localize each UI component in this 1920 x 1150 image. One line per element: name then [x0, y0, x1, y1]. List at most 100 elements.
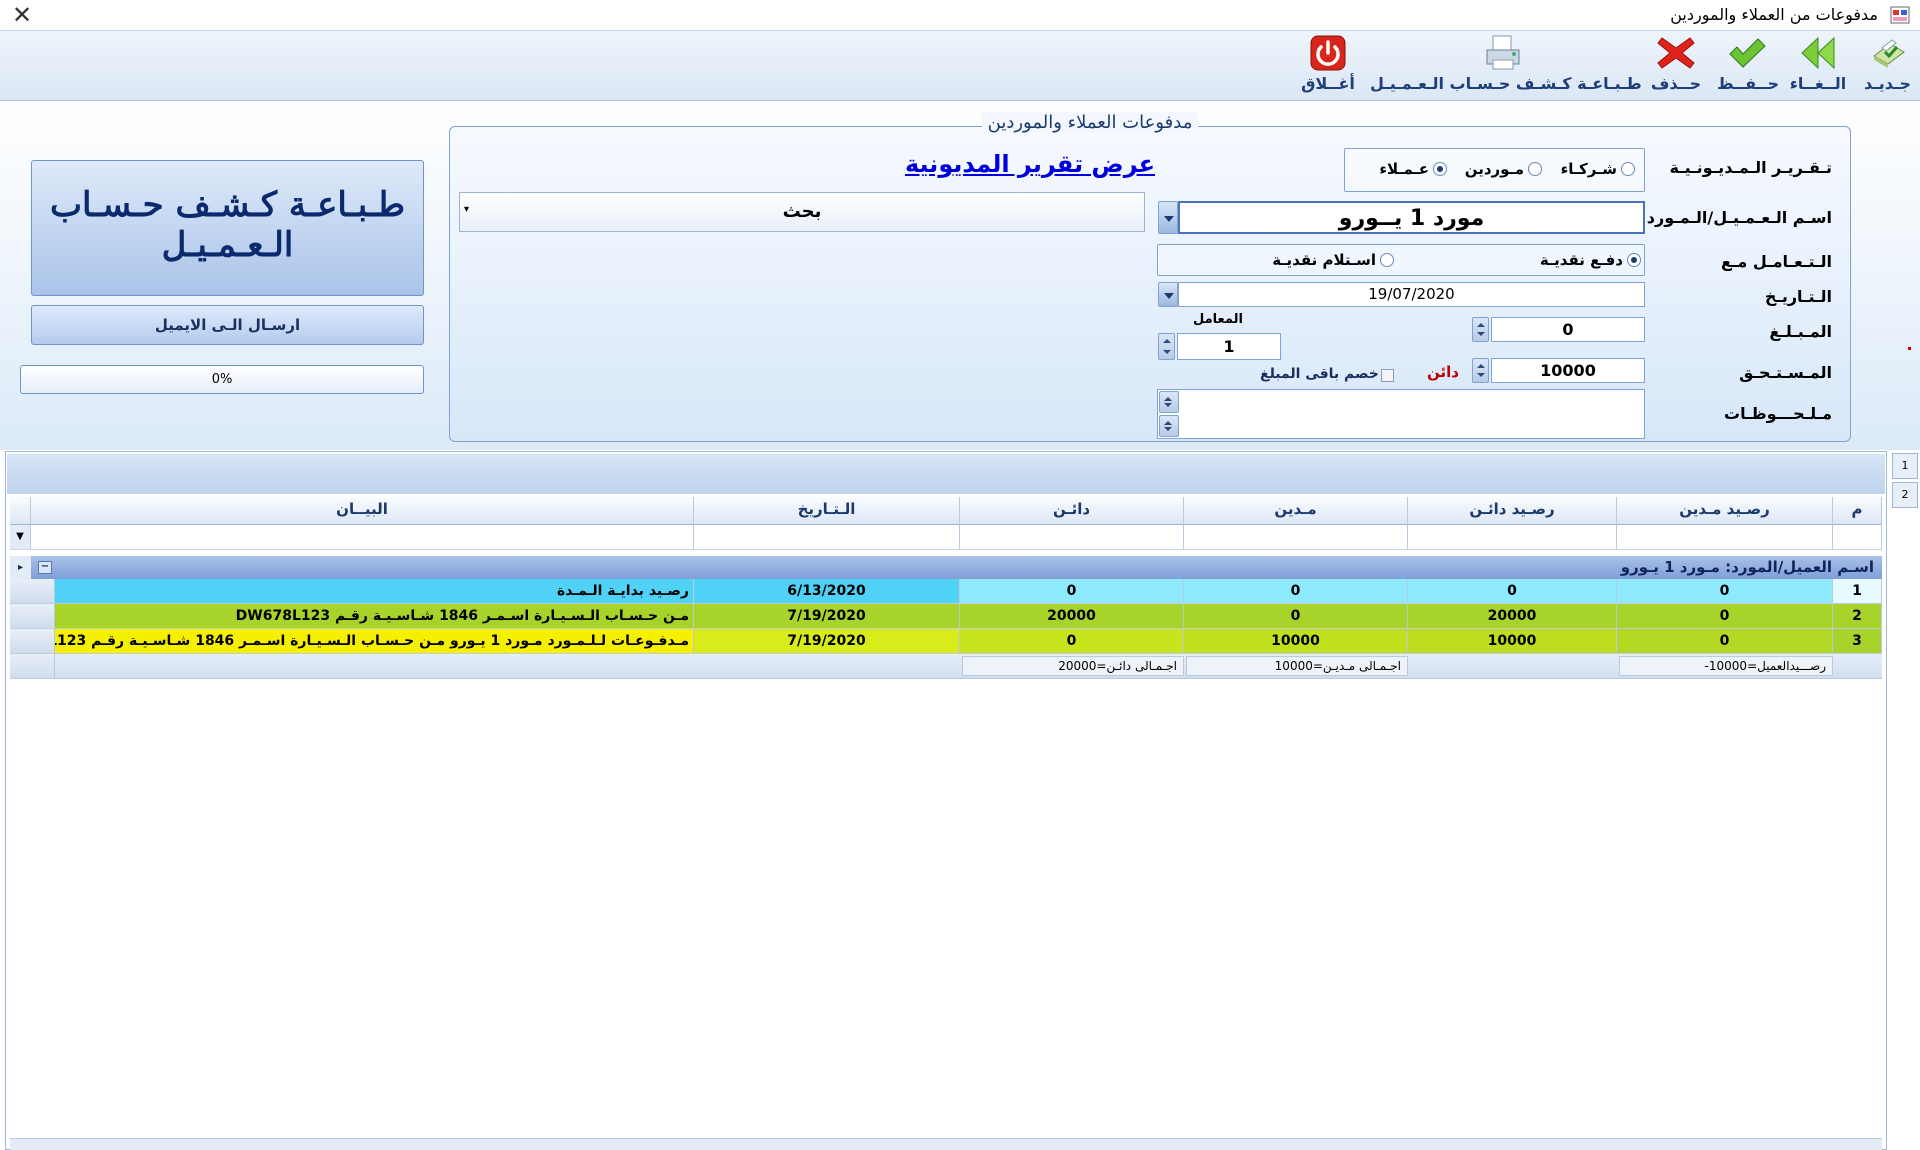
summary-row: اجـمـالى دائـن=20000 اجـمـالى مـديـن=100…	[55, 654, 1882, 679]
grid-footer-bar	[10, 1138, 1882, 1150]
col-header-balance-credit[interactable]: رصـيد دائـن	[1408, 497, 1617, 525]
close-window-button[interactable]: ✕	[12, 0, 32, 30]
row-selector-1[interactable]	[10, 579, 55, 604]
filter-cell-desc[interactable]	[31, 525, 694, 550]
radio-suppliers-text: مـوردين	[1464, 160, 1524, 178]
col-header-debit[interactable]: مـدين	[1184, 497, 1408, 525]
col-header-no[interactable]: م	[1833, 497, 1882, 525]
col-header-desc[interactable]: البيــان	[31, 497, 694, 525]
cell-credit: 0	[960, 579, 1184, 604]
radio-partners[interactable]: شـركـاء	[1561, 160, 1635, 178]
factor-field[interactable]: 1	[1177, 333, 1281, 360]
debt-report-label: تـقـريـر الـمـديـونـيـة	[1669, 158, 1832, 177]
filter-row: ▼	[10, 525, 1882, 550]
radio-cash-pay-dot	[1627, 253, 1641, 267]
col-header-credit[interactable]: دائـن	[960, 497, 1184, 525]
checkmark-icon	[1729, 38, 1766, 68]
row-selector-summary	[10, 654, 55, 679]
cell-desc: رصـيد بدايـة الـمـدة	[55, 579, 694, 604]
due-field[interactable]: 10000	[1491, 358, 1645, 383]
filter-cell-date[interactable]	[694, 525, 960, 550]
print-label: طـبـاعـة كـشـف حـسـاب الـعـمـيـل	[1370, 74, 1642, 93]
notes-scroll-down[interactable]	[1159, 415, 1179, 437]
cell-date: 6/13/2020	[694, 579, 960, 604]
new-button[interactable]: جـديـد	[1860, 34, 1915, 98]
cell-desc: مـدفـوعـات لـلـمـورد مـورد 1 يـورو مـن ح…	[55, 629, 694, 654]
cell-credit: 20000	[960, 604, 1184, 629]
table-row-2[interactable]: مـن حـسـاب الـسـيـارة اسـمـر 1846 شـاسـي…	[55, 604, 1882, 629]
radio-cash-receive[interactable]: اسـتلام نقديـة	[1272, 251, 1394, 269]
print-statement-button[interactable]: طـبـاعـة كـشـف حـسـاب الـعـمـيـل	[31, 160, 424, 296]
cell-no: 2	[1833, 604, 1882, 629]
save-label: حــفــظ	[1717, 74, 1780, 93]
cell-debit: 0	[1184, 579, 1408, 604]
radio-customers[interactable]: عـمـلاء	[1379, 160, 1447, 178]
delete-button[interactable]: حــذف	[1645, 34, 1707, 98]
debt-report-link[interactable]: عرض تقرير المديونية	[880, 150, 1180, 178]
cell-balance-debit: 0	[1617, 579, 1833, 604]
send-email-button[interactable]: ارسـال الـى الايميل	[31, 305, 424, 345]
power-icon	[1310, 35, 1346, 71]
client-label: اسـم الـعـمـيـل/الـمـورد	[1646, 208, 1832, 227]
title-bar	[0, 0, 1920, 30]
radio-partners-text: شـركـاء	[1560, 160, 1617, 178]
printer-icon	[1486, 35, 1519, 70]
side-tab-1[interactable]: 1	[1892, 453, 1918, 479]
table-row-3[interactable]: مـدفـوعـات لـلـمـورد مـورد 1 يـورو مـن ح…	[55, 629, 1882, 654]
notes-label: مـلـحـــوظـات	[1724, 404, 1832, 423]
row-pointer-icon: ▸	[10, 556, 31, 579]
debit-total: اجـمـالى مـديـن=10000	[1186, 656, 1408, 676]
filter-cell-balance-credit[interactable]	[1408, 525, 1617, 550]
table-row-1[interactable]: رصـيد بدايـة الـمـدة 6/13/2020 0 0 0 0 1	[55, 579, 1882, 604]
radio-cash-pay[interactable]: دفـع نقديـة	[1540, 251, 1641, 269]
client-balance: رصـــيدالعميل=10000-	[1619, 656, 1833, 676]
factor-spinner[interactable]	[1158, 333, 1175, 360]
due-type-label: دائن	[1427, 363, 1459, 381]
cell-balance-credit: 20000	[1408, 604, 1617, 629]
group-row[interactable]: ▸ − اسـم العميل/المورد: مـورد 1 يـورو	[10, 556, 1882, 579]
col-header-balance-debit[interactable]: رصـيد مـدين	[1617, 497, 1833, 525]
search-combobox[interactable]: بحث	[459, 192, 1145, 232]
client-combobox[interactable]: مورد 1 يــورو	[1178, 201, 1645, 234]
date-field[interactable]: 19/07/2020	[1178, 282, 1645, 307]
save-button[interactable]: حــفــظ	[1717, 34, 1777, 98]
filter-icon[interactable]: ▼	[10, 525, 31, 550]
row-selector-2[interactable]	[10, 604, 55, 629]
progress-bar: 0%	[20, 365, 424, 394]
filter-cell-credit[interactable]	[960, 525, 1184, 550]
amount-spinner[interactable]	[1472, 317, 1489, 342]
radio-suppliers[interactable]: مـوردين	[1465, 160, 1542, 178]
client-dropdown-button[interactable]	[1158, 201, 1178, 234]
dealing-label: الـتـعـامـل مـع	[1721, 252, 1832, 271]
filter-cell-no[interactable]	[1833, 525, 1882, 550]
print-statement-toolbar-button[interactable]: طـبـاعـة كـشـف حـسـاب الـعـمـيـل	[1370, 34, 1642, 98]
new-label: جـديـد	[1864, 74, 1911, 93]
cell-debit: 10000	[1184, 629, 1408, 654]
radio-cash-receive-text: اسـتلام نقديـة	[1272, 251, 1376, 269]
search-dropdown-arrow-icon[interactable]: ▾	[464, 204, 469, 215]
cell-balance-credit: 0	[1408, 579, 1617, 604]
collapse-group-icon[interactable]: −	[38, 561, 52, 574]
radio-customers-dot	[1433, 162, 1447, 176]
row-selector-3[interactable]	[10, 629, 55, 654]
filter-cell-balance-debit[interactable]	[1617, 525, 1833, 550]
deduct-remaining-checkbox[interactable]	[1381, 369, 1394, 382]
group-title: مدفوعات العملاء والموردين	[981, 112, 1199, 133]
filter-cell-debit[interactable]	[1184, 525, 1408, 550]
grid-header: البيــان الـتـاريخ دائـن مـدين رصـيد دائ…	[10, 497, 1882, 525]
cell-date: 7/19/2020	[694, 629, 960, 654]
col-header-date[interactable]: الـتـاريخ	[694, 497, 960, 525]
cancel-label: الــغــاء	[1789, 74, 1847, 93]
header-corner	[10, 497, 31, 525]
deduct-remaining-label: خصم باقى المبلغ	[1260, 366, 1379, 382]
amount-field[interactable]: 0	[1491, 317, 1645, 342]
side-tab-2[interactable]: 2	[1892, 482, 1918, 508]
date-picker-button[interactable]	[1158, 282, 1178, 307]
notes-scroll-up[interactable]	[1159, 391, 1179, 413]
window-title: مدفوعات من العملاء والموردين	[1670, 5, 1878, 24]
due-spinner[interactable]	[1472, 358, 1489, 383]
notes-textarea[interactable]	[1157, 389, 1645, 439]
close-button[interactable]: أغــلاق	[1295, 34, 1361, 98]
cancel-button[interactable]: الــغــاء	[1787, 34, 1849, 98]
cell-date: 7/19/2020	[694, 604, 960, 629]
